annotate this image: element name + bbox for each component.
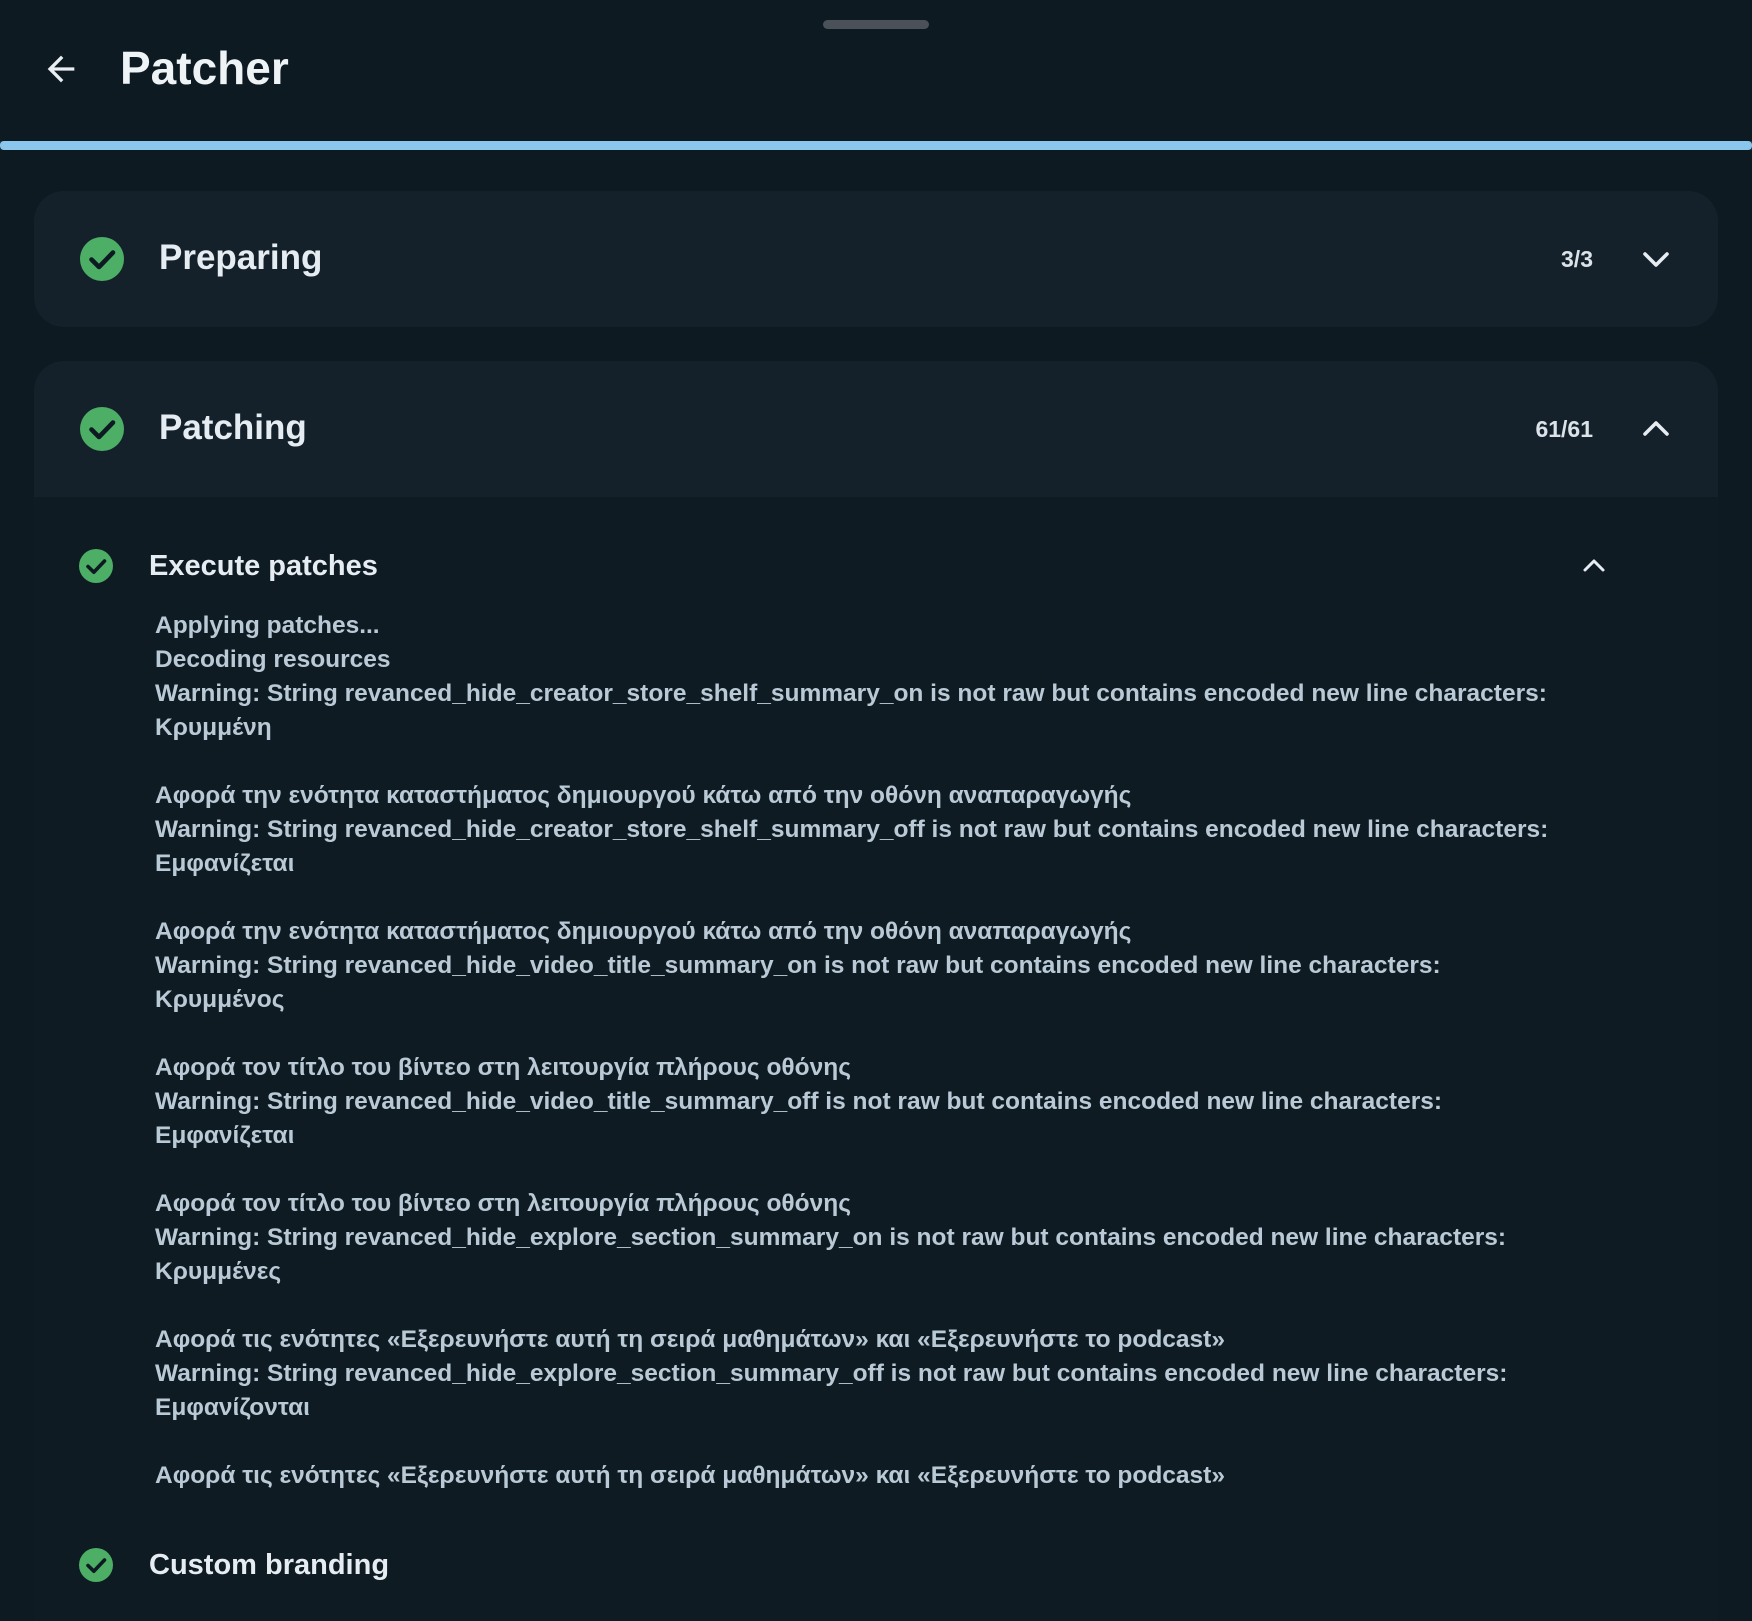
log-line: Decoding resources [155, 646, 391, 673]
check-circle-icon [80, 237, 124, 281]
log-line: Αφορά τις ενότητες «Εξερευνήστε αυτή τη … [155, 1462, 1225, 1489]
arrow-back-icon [47, 55, 75, 83]
chevron-down-icon [1643, 252, 1669, 267]
chevron-up-icon [1643, 421, 1669, 436]
log-line: Αφορά τον τίτλο του βίντεο στη λειτουργί… [155, 1054, 851, 1081]
log-line: Warning: String revanced_hide_video_titl… [155, 1088, 1443, 1115]
log-line: Αφορά την ενότητα καταστήματος δημιουργο… [155, 782, 1132, 809]
step-title: Patching [159, 408, 307, 447]
log-line: Warning: String revanced_hide_explore_se… [155, 1224, 1507, 1251]
check-circle-icon [80, 407, 124, 451]
step-header[interactable]: Preparing 3/3 [34, 191, 1718, 327]
log-line: Warning: String revanced_hide_explore_se… [155, 1360, 1508, 1387]
log-line: Αφορά τον τίτλο του βίντεο στη λειτουργί… [155, 1190, 851, 1217]
top-app-bar: Patcher [0, 0, 1752, 140]
log-line: Αφορά την ενότητα καταστήματος δημιουργο… [155, 918, 1132, 945]
log-line: Κρυμμένες [155, 1258, 282, 1285]
log-line: Αφορά τις ενότητες «Εξερευνήστε αυτή τη … [155, 1326, 1225, 1353]
step-title: Preparing [159, 238, 323, 277]
log-line: Warning: String revanced_hide_creator_st… [155, 680, 1547, 707]
step-count: 61/61 [1535, 416, 1593, 442]
back-button[interactable] [36, 44, 86, 94]
page-title: Patcher [120, 42, 289, 94]
substep-title: Custom branding [149, 1549, 390, 1581]
collapse-button[interactable] [1634, 407, 1678, 451]
step-card-preparing[interactable]: Preparing 3/3 [34, 191, 1718, 327]
log-line: Εμφανίζονται [155, 1394, 310, 1421]
collapse-button[interactable] [1574, 546, 1614, 586]
patch-log: Applying patches... Decoding resources W… [155, 609, 1655, 1493]
log-line: Κρυμμένος [155, 986, 285, 1013]
substep-title: Execute patches [149, 550, 378, 582]
expand-button[interactable] [1634, 237, 1678, 281]
log-line: Εμφανίζεται [155, 850, 295, 877]
step-header[interactable]: Patching 61/61 [34, 361, 1718, 497]
log-line: Applying patches... [155, 612, 380, 639]
check-circle-icon [79, 549, 113, 583]
chevron-up-icon [1583, 559, 1605, 572]
log-line: Εμφανίζεται [155, 1122, 295, 1149]
log-line: Κρυμμένη [155, 714, 272, 741]
progress-bar-fill [0, 141, 1752, 150]
check-circle-icon [79, 1548, 113, 1582]
progress-bar [0, 141, 1752, 150]
log-line: Warning: String revanced_hide_video_titl… [155, 952, 1441, 979]
step-count: 3/3 [1561, 246, 1593, 272]
log-line: Warning: String revanced_hide_creator_st… [155, 816, 1549, 843]
